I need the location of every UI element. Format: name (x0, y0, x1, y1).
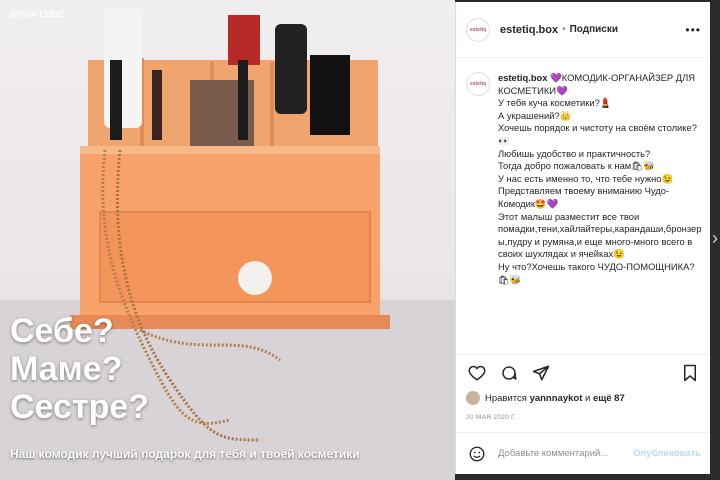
likes-count[interactable]: ещё 87 (593, 393, 625, 404)
liker-username[interactable]: yannnaykot (530, 393, 583, 404)
action-bar (456, 354, 711, 390)
avatar-text: estetiq (469, 80, 487, 87)
post-sidebar: estetiq estetiq.box • Подписки ••• estet… (455, 2, 711, 474)
photo-subcaption: Наш комодик лучший подарок для тебя и тв… (10, 447, 360, 461)
comment-form: Опубликовать (456, 432, 711, 474)
brand-watermark: BRIGHTSIDE (10, 10, 65, 19)
caption-body: 💜КОМОДИК-ОРГАНАЙЗЕР ДЛЯ КОСМЕТИКИ💜 У теб… (498, 72, 702, 285)
deodorant-bottle (104, 8, 142, 128)
likes-and: и (585, 392, 591, 404)
heart-icon[interactable] (466, 362, 488, 384)
post-header: estetiq estetiq.box • Подписки ••• (456, 2, 711, 58)
caption-line: Сестре? (10, 388, 150, 426)
comment-icon[interactable] (498, 362, 520, 384)
avatar[interactable]: estetiq (466, 17, 490, 42)
drawer-knob (238, 261, 272, 295)
photo-caption: Себе? Маме? Сестре? (10, 312, 149, 426)
bookmark-icon[interactable] (679, 362, 701, 384)
username-link[interactable]: estetiq.box (500, 24, 558, 36)
liker-avatar[interactable] (466, 391, 480, 405)
caption-text: estetiq.box 💜КОМОДИК-ОРГАНАЙЗЕР ДЛЯ КОСМ… (498, 72, 703, 350)
separator-dot: • (562, 24, 566, 35)
post-date[interactable]: 20 МАЯ 2020 Г. (466, 414, 516, 421)
post-photo[interactable]: BRIGHTSIDE Себе? Маме? Сестре? Наш комод… (0, 0, 455, 480)
avatar[interactable]: estetiq (466, 72, 490, 96)
follow-button[interactable]: Подписки (570, 24, 618, 35)
likes-summary: Нравится yannnaykot и ещё 87 (466, 391, 703, 405)
share-icon[interactable] (530, 362, 552, 384)
post-caption: estetiq estetiq.box 💜КОМОДИК-ОРГАНАЙЗЕР … (466, 72, 703, 350)
caption-line: Себе? (10, 312, 114, 350)
likes-prefix: Нравится (485, 392, 527, 404)
caption-line: Маме? (10, 350, 123, 388)
avatar-text: estetiq (469, 26, 487, 33)
more-options-icon[interactable]: ••• (685, 23, 701, 37)
emoji-icon[interactable] (466, 443, 488, 465)
publish-button[interactable]: Опубликовать (633, 448, 701, 459)
next-post-icon[interactable]: › (712, 228, 718, 249)
comment-input[interactable] (496, 447, 634, 460)
caption-username[interactable]: estetiq.box (498, 72, 548, 83)
